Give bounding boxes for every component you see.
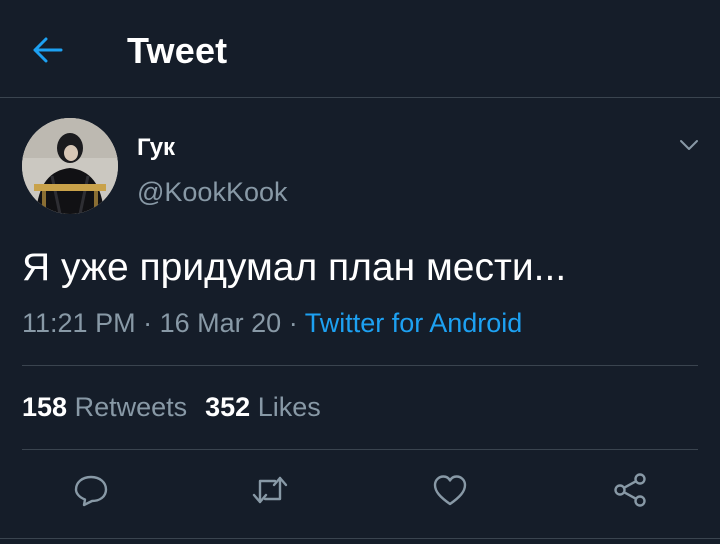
tweet-stats: 158 Retweets 352 Likes — [22, 392, 321, 423]
like-icon — [433, 475, 467, 506]
tweet-time: 11:21 PM — [22, 308, 136, 338]
retweets-count: 158 — [22, 392, 68, 422]
reply-icon — [74, 475, 108, 507]
tweet-text: Я уже придумал план мести... — [22, 246, 567, 289]
tweet-source-link[interactable]: Twitter for Android — [305, 308, 523, 338]
likes-stat[interactable]: 352 Likes — [205, 392, 321, 422]
top-bar: Tweet — [0, 0, 720, 98]
likes-count: 352 — [205, 392, 251, 422]
likes-label: Likes — [257, 392, 321, 422]
retweet-icon — [252, 476, 288, 504]
divider — [22, 449, 698, 450]
divider — [22, 365, 698, 366]
tweet-date: 16 Mar 20 — [159, 308, 282, 338]
share-icon — [614, 473, 646, 507]
reply-button[interactable] — [71, 470, 111, 510]
meta-separator: · — [143, 308, 153, 338]
share-button[interactable] — [610, 470, 650, 510]
like-button[interactable] — [430, 470, 470, 510]
back-button[interactable] — [28, 30, 68, 70]
retweets-label: Retweets — [74, 392, 188, 422]
chevron-down-icon — [680, 140, 698, 150]
avatar-photo — [22, 118, 118, 214]
arrow-left-icon — [33, 37, 63, 63]
display-name[interactable]: Гук — [137, 134, 175, 162]
more-options-button[interactable] — [676, 134, 702, 156]
avatar[interactable] — [22, 118, 118, 214]
retweet-button[interactable] — [250, 470, 290, 510]
meta-separator: · — [288, 308, 298, 338]
user-handle[interactable]: @KookKook — [137, 177, 288, 208]
tweet-meta: 11:21 PM · 16 Mar 20 · Twitter for Andro… — [22, 308, 522, 339]
divider — [0, 538, 720, 539]
retweets-stat[interactable]: 158 Retweets — [22, 392, 187, 422]
page-title: Tweet — [127, 30, 228, 71]
